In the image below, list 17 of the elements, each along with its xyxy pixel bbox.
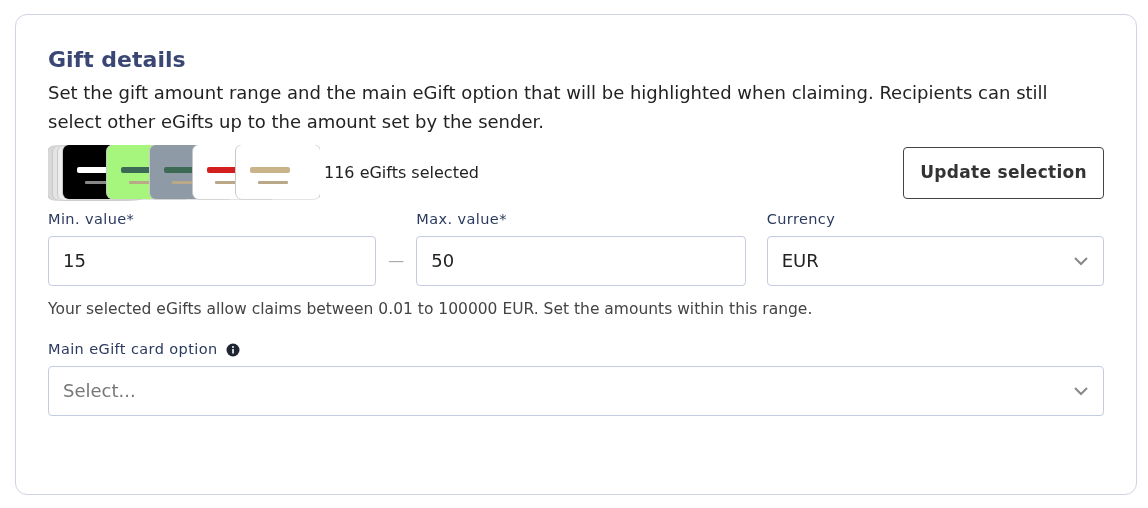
max-value-input[interactable]: 50 — [416, 235, 746, 286]
field-label: Max. value* — [416, 210, 508, 229]
currency-select[interactable]: EUR — [766, 235, 1104, 286]
field-label: Min. value* — [48, 210, 136, 229]
info-icon — [225, 342, 240, 357]
selected-count: 116 eGifts selected — [324, 162, 479, 184]
range-hint: Your selected eGifts allow claims between 0.01 to 100000 EUR. Set the amounts within this range. — [48, 298, 814, 320]
section-title: Gift details — [48, 47, 187, 74]
main-option-select[interactable]: Select... — [48, 365, 1104, 416]
field-label: Main eGift card option — [48, 340, 218, 359]
section-description: Set the gift amount range and the main eGift option that will be highlighted when claiming. Recipients can still select other eGifts up to the amount set by the sender. — [48, 81, 1049, 135]
update-selection-button[interactable]: Update selection — [903, 147, 1104, 199]
chevron-down-icon — [1073, 255, 1089, 266]
field-label: Currency — [766, 210, 837, 229]
range-separator: — — [387, 249, 406, 272]
chevron-down-icon — [1073, 385, 1089, 396]
min-value-input[interactable]: 15 — [48, 235, 377, 286]
